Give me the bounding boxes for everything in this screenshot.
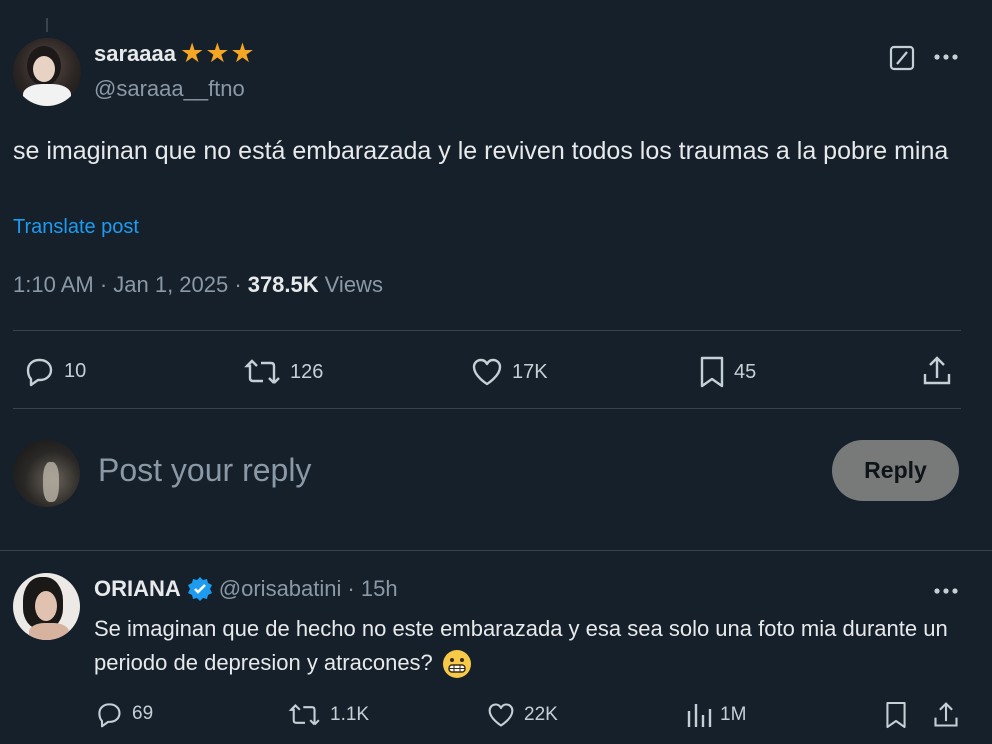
reply-button[interactable]: Reply xyxy=(832,440,959,501)
heart-icon xyxy=(488,703,514,727)
reply-like-action[interactable]: 22K xyxy=(486,701,558,729)
reply-repost-action[interactable]: 1.1K xyxy=(288,702,369,728)
divider-top xyxy=(13,330,961,331)
divider-bottom xyxy=(13,408,961,409)
bookmark-icon xyxy=(700,356,724,388)
thread-connector xyxy=(46,18,48,32)
reply-share-icon[interactable] xyxy=(932,700,960,735)
reply-like-count: 22K xyxy=(524,704,558,725)
author-avatar[interactable] xyxy=(13,38,81,106)
translate-post-link[interactable]: Translate post xyxy=(13,216,139,239)
verified-badge-icon xyxy=(187,577,212,601)
reply-count: 10 xyxy=(64,359,87,382)
more-options-icon[interactable] xyxy=(933,50,959,69)
views-label: Views xyxy=(324,272,383,297)
reply-bookmark-icon[interactable] xyxy=(884,700,908,735)
reply-action[interactable]: 10 xyxy=(22,355,86,387)
reply-text-block: Se imaginan que de hecho no este embaraz… xyxy=(94,612,956,680)
reply-reply-count: 69 xyxy=(132,703,154,724)
share-icon[interactable] xyxy=(921,354,953,393)
repost-icon xyxy=(244,359,280,384)
reply-header: ORIANA @orisabatini · 15h xyxy=(94,576,398,602)
post-text: se imaginan que no está embarazada y le … xyxy=(13,137,949,165)
current-user-avatar[interactable] xyxy=(13,440,80,507)
bookmark-action[interactable]: 45 xyxy=(698,355,756,389)
section-divider xyxy=(0,550,992,551)
reply-input[interactable]: Post your reply xyxy=(98,452,311,489)
repost-action[interactable]: 126 xyxy=(244,357,323,387)
star-badges-icon: ★★★ xyxy=(179,38,256,68)
reply-views-action[interactable]: 1M xyxy=(686,701,746,729)
repost-count: 126 xyxy=(290,360,324,383)
author-display-name[interactable]: saraaaa xyxy=(94,41,176,67)
reply-reply-action[interactable]: 69 xyxy=(94,700,153,728)
like-count: 17K xyxy=(512,360,548,383)
reply-time[interactable]: · 15h xyxy=(347,576,397,602)
grok-icon[interactable] xyxy=(889,45,915,76)
like-action[interactable]: 17K xyxy=(470,356,548,388)
post-timestamp[interactable]: 1:10 AM · Jan 1, 2025 · xyxy=(13,272,242,298)
author-name-row: saraaaa ★★★ xyxy=(94,40,256,67)
views-count: 378.5K xyxy=(247,272,319,297)
reply-author-name[interactable]: ORIANA xyxy=(94,576,181,602)
reply-text: Se imaginan que de hecho no este embaraz… xyxy=(94,616,948,675)
reply-icon xyxy=(98,703,121,728)
grimacing-emoji-icon: 😬 xyxy=(442,650,471,679)
post-meta: 1:10 AM · Jan 1, 2025 · 378.5K Views xyxy=(13,272,383,298)
author-handle[interactable]: @saraaa__ftno xyxy=(94,76,245,102)
reply-author-avatar[interactable] xyxy=(13,573,80,640)
reply-views-count: 1M xyxy=(720,704,747,725)
reply-icon xyxy=(26,358,53,387)
heart-icon xyxy=(472,358,502,386)
bookmark-count: 45 xyxy=(734,360,757,383)
reply-more-options-icon[interactable] xyxy=(933,584,959,603)
repost-icon xyxy=(288,703,320,726)
reply-author-handle[interactable]: @orisabatini xyxy=(219,576,342,602)
analytics-icon xyxy=(687,704,712,727)
reply-repost-count: 1.1K xyxy=(330,704,370,725)
